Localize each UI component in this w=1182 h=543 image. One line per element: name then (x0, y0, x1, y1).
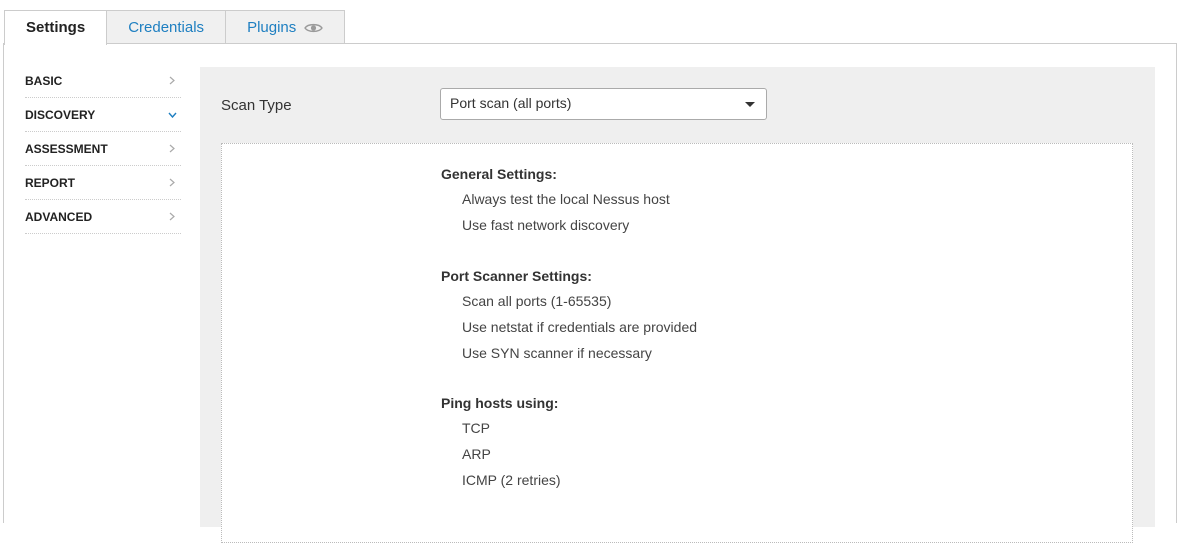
tab-credentials[interactable]: Credentials (106, 10, 227, 44)
tab-settings[interactable]: Settings (4, 10, 108, 45)
chevron-down-icon (167, 110, 177, 120)
discovery-settings-pane: Scan Type Port scan (all ports) General … (200, 67, 1155, 543)
section-title: Ping hosts using: (441, 395, 559, 411)
sidebar-item-label: DISCOVERY (25, 107, 96, 122)
list-item: Use netstat if credentials are provided (462, 319, 698, 335)
eye-icon[interactable] (304, 22, 324, 34)
sidebar-item-label: ADVANCED (25, 209, 93, 224)
tab-plugins-label: Plugins (247, 18, 297, 36)
sidebar-item-label: REPORT (25, 175, 76, 190)
chevron-right-icon (167, 212, 177, 222)
list-item: ARP (462, 446, 491, 462)
scan-type-label: Scan Type (221, 97, 292, 114)
sidebar-item-discovery[interactable]: DISCOVERY (25, 98, 181, 132)
settings-panel: BASIC DISCOVERY ASSESSMENT REPORT ADVANC… (3, 43, 1177, 543)
sidebar-item-assessment[interactable]: ASSESSMENT (25, 132, 181, 166)
sidebar-item-report[interactable]: REPORT (25, 166, 181, 200)
list-item: ICMP (2 retries) (462, 472, 561, 488)
scan-type-select[interactable]: Port scan (all ports) (440, 88, 767, 120)
sidebar-item-advanced[interactable]: ADVANCED (25, 200, 181, 234)
chevron-right-icon (167, 178, 177, 188)
sidebar-item-label: BASIC (25, 73, 63, 88)
tab-settings-label: Settings (26, 19, 86, 36)
list-item: Use fast network discovery (462, 217, 630, 233)
caret-down-icon (745, 102, 755, 107)
general-settings-section: General Settings: Always test the local … (441, 166, 670, 242)
list-item: TCP (462, 420, 490, 436)
tab-credentials-label: Credentials (128, 18, 205, 36)
section-title: General Settings: (441, 166, 557, 182)
sidebar-item-label: ASSESSMENT (25, 141, 108, 156)
list-item: Scan all ports (1-65535) (462, 293, 612, 309)
port-scanner-settings-section: Port Scanner Settings: Scan all ports (1… (441, 268, 697, 370)
section-title: Port Scanner Settings: (441, 268, 592, 284)
scan-type-summary: General Settings: Always test the local … (221, 143, 1133, 543)
tab-bar: Settings Credentials Plugins (4, 10, 346, 45)
list-item: Always test the local Nessus host (462, 191, 670, 207)
settings-sidebar: BASIC DISCOVERY ASSESSMENT REPORT ADVANC… (25, 64, 181, 234)
list-item: Use SYN scanner if necessary (462, 345, 652, 361)
scan-type-selected-value: Port scan (all ports) (450, 95, 572, 111)
chevron-right-icon (167, 144, 177, 154)
sidebar-item-basic[interactable]: BASIC (25, 64, 181, 98)
tab-plugins[interactable]: Plugins (225, 10, 346, 44)
chevron-right-icon (167, 76, 177, 86)
ping-hosts-section: Ping hosts using: TCP ARP ICMP (2 retrie… (441, 395, 561, 497)
